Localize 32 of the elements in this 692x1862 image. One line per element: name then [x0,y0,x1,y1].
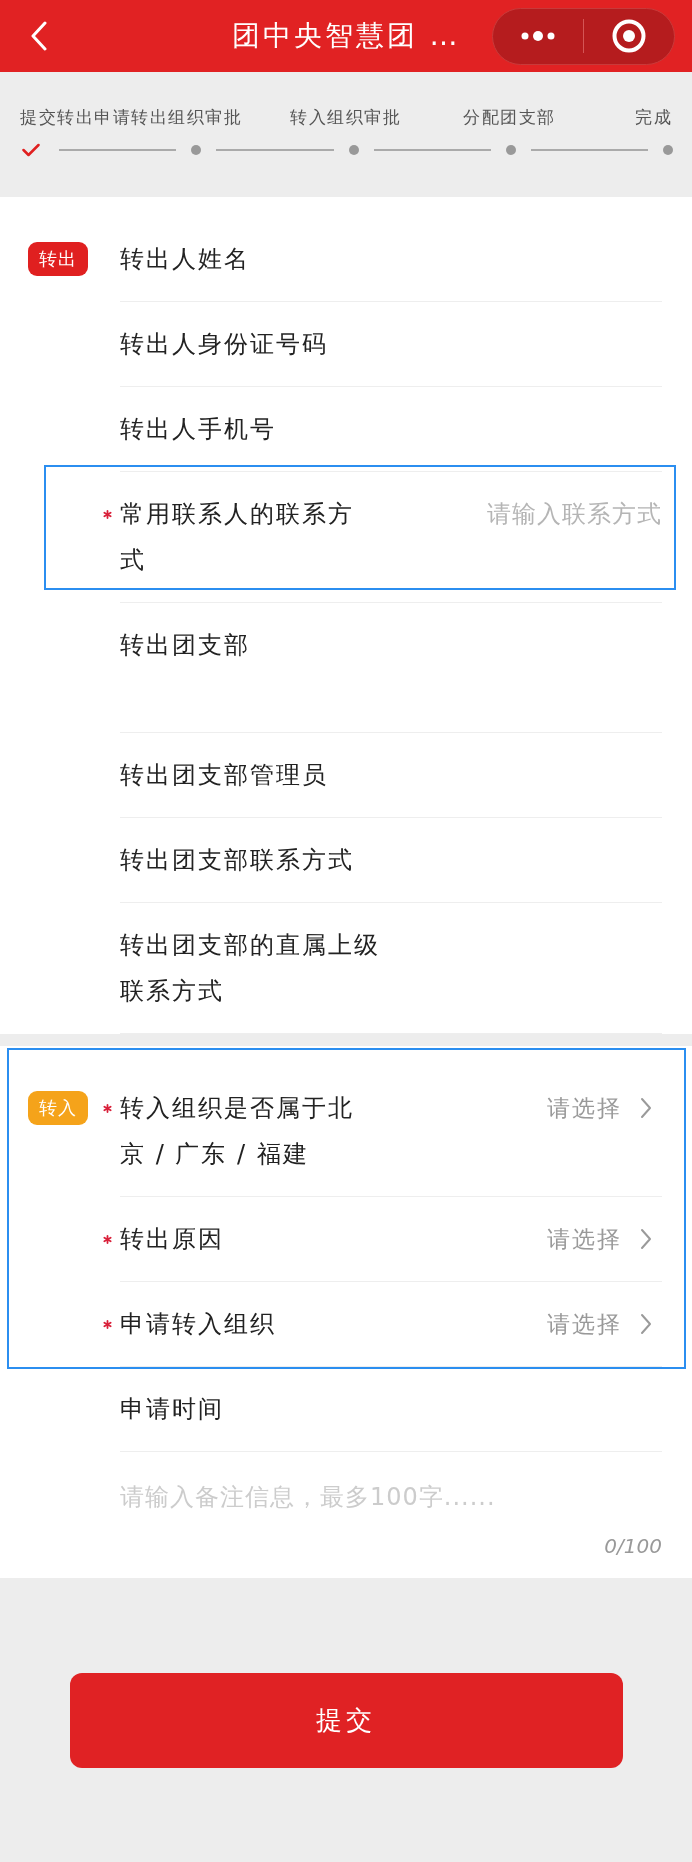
field-label: 申请转入组织 [120,1309,277,1340]
section-badge: 转入 [28,1091,88,1125]
field-label: 转入组织是否属于北京 / 广东 / 福建 [120,1093,355,1170]
picker-button[interactable]: 请选择 [547,1301,652,1347]
contact-input[interactable]: 请输入联系方式 [360,491,662,537]
picker-button[interactable]: 请选择 [547,1216,652,1262]
field-label: 申请时间 [120,1394,225,1425]
field-label: 转出团支部管理员 [120,760,329,791]
chevron-right-icon [640,1313,652,1335]
chevron-right-icon [640,1097,652,1119]
submit-button[interactable]: 提交 [69,1673,623,1768]
field-label: 转出团支部联系方式 [120,845,355,876]
field-label: 常用联系人的联系方式 [120,499,355,576]
step-label: 提交转出申请 [20,106,131,129]
chevron-left-icon [31,21,47,51]
picker-button[interactable]: 请选择 [547,1085,652,1131]
chevron-right-icon [640,1228,652,1250]
page-title: 团中央智慧团 … [231,18,461,54]
step-label: 转入组织审批 [290,106,401,129]
field-label: 转出团支部的直属上级联系方式 [120,930,381,1007]
character-counter: 0/100 [604,1533,662,1560]
target-icon [612,19,646,53]
section-badge: 转出 [28,242,88,276]
field-label: 转出原因 [120,1224,225,1255]
field-label: 转出人身份证号码 [120,329,329,360]
step-label: 分配团支部 [463,106,556,129]
more-dots-icon [521,31,555,41]
step-label: 转出组织审批 [131,106,242,129]
field-label: 转出人姓名 [120,244,251,275]
step-label: 完成 [635,106,672,129]
field-label: 转出人手机号 [120,414,277,445]
field-label: 转出团支部 [120,630,251,661]
